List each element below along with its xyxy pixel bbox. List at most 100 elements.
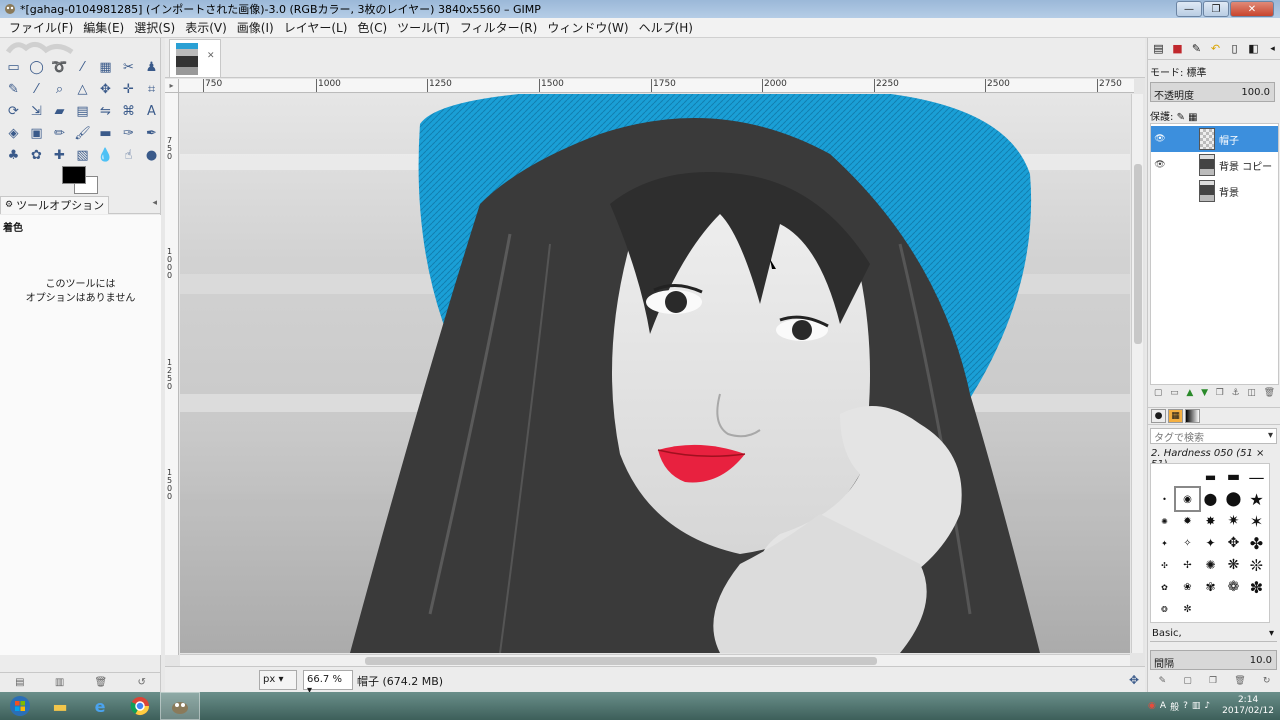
rotate-icon[interactable]: ⟳ bbox=[2, 100, 25, 122]
brush-item[interactable]: ◉ bbox=[1174, 486, 1201, 512]
new-layer-icon[interactable]: ▢ bbox=[1154, 388, 1163, 402]
brush-item[interactable]: ★ bbox=[1245, 488, 1268, 510]
brush-item[interactable]: ⬤ bbox=[1199, 488, 1222, 510]
zoom-select[interactable]: 66.7 % ▾ bbox=[303, 670, 353, 696]
brush-preset-select[interactable]: Basic, ▾ bbox=[1150, 628, 1277, 642]
lock-pixels-icon[interactable]: ✎ bbox=[1177, 112, 1185, 123]
raise-layer-icon[interactable]: ▲ bbox=[1186, 388, 1193, 402]
color-picker-icon[interactable]: ⁄ bbox=[25, 78, 48, 100]
brush-item[interactable]: ✧ bbox=[1176, 532, 1199, 554]
unit-select[interactable]: px ▾ bbox=[259, 670, 297, 690]
brush-item[interactable]: ✷ bbox=[1222, 510, 1245, 532]
bucket-fill-icon[interactable]: ◈ bbox=[2, 122, 25, 144]
pencil-icon[interactable]: ✏ bbox=[48, 122, 71, 144]
refresh-brush-icon[interactable]: ↻ bbox=[1263, 676, 1271, 690]
delete-brush-icon[interactable]: 🗑 bbox=[1234, 676, 1245, 690]
tab-colors[interactable]: ◧ bbox=[1245, 40, 1262, 57]
menu-image[interactable]: 画像(I) bbox=[232, 19, 279, 36]
new-brush-icon[interactable]: ▢ bbox=[1183, 676, 1192, 690]
cage-icon[interactable]: ⌘ bbox=[117, 100, 140, 122]
menu-file[interactable]: ファイル(F) bbox=[4, 19, 78, 36]
ruler-corner[interactable]: ▸ bbox=[165, 79, 179, 93]
paintbrush-icon[interactable]: 🖌 bbox=[71, 122, 94, 144]
blur-icon[interactable]: 💧 bbox=[94, 144, 117, 166]
layer-row[interactable]: 👁 背景 コピー bbox=[1151, 152, 1278, 178]
menu-help[interactable]: ヘルプ(H) bbox=[634, 19, 698, 36]
fg-bg-colors[interactable] bbox=[60, 166, 98, 194]
tab-channels[interactable]: ■ bbox=[1169, 40, 1186, 57]
brush-item[interactable]: ✶ bbox=[1245, 510, 1268, 532]
brush-item[interactable]: ❀ bbox=[1176, 576, 1199, 598]
volume-icon[interactable]: ♪ bbox=[1204, 701, 1210, 711]
tray-icon[interactable]: ◉ bbox=[1148, 701, 1156, 711]
brush-item[interactable]: ❂ bbox=[1153, 598, 1176, 620]
menu-view[interactable]: 表示(V) bbox=[180, 19, 232, 36]
vertical-scroll-thumb[interactable] bbox=[1134, 164, 1142, 344]
horizontal-scroll-thumb[interactable] bbox=[365, 657, 877, 665]
dodge-burn-icon[interactable]: ● bbox=[140, 144, 163, 166]
clock[interactable]: 2:14 2017/02/12 bbox=[1222, 695, 1274, 717]
brush-item[interactable]: ✿ bbox=[1153, 576, 1176, 598]
lower-layer-icon[interactable]: ▼ bbox=[1201, 388, 1208, 402]
tab-paths[interactable]: ✎ bbox=[1188, 40, 1205, 57]
free-select-icon[interactable]: ➰ bbox=[48, 56, 71, 78]
horizontal-scrollbar[interactable] bbox=[180, 654, 1130, 666]
brush-item[interactable]: ✺ bbox=[1153, 510, 1176, 532]
eraser-icon[interactable]: ▬ bbox=[94, 122, 117, 144]
taskbar-chrome[interactable] bbox=[120, 692, 160, 720]
brush-item[interactable]: ▬ bbox=[1199, 466, 1222, 488]
foreground-select-icon[interactable]: ♟ bbox=[140, 56, 163, 78]
smudge-icon[interactable]: ☝ bbox=[117, 144, 140, 166]
layer-mode[interactable]: モード: 標準 bbox=[1150, 64, 1207, 79]
flip-icon[interactable]: ⇋ bbox=[94, 100, 117, 122]
vertical-ruler[interactable]: 750 1000 1250 1500 bbox=[165, 93, 179, 655]
foreground-color[interactable] bbox=[62, 166, 86, 184]
maximize-button[interactable]: ❐ bbox=[1203, 1, 1229, 17]
anchor-layer-icon[interactable]: ⚓ bbox=[1232, 388, 1240, 402]
tag-search-input[interactable]: タグで検索 ▾ bbox=[1150, 428, 1277, 444]
help-icon[interactable]: ? bbox=[1183, 701, 1188, 711]
mask-icon[interactable]: ◫ bbox=[1247, 388, 1256, 402]
duplicate-brush-icon[interactable]: ❐ bbox=[1209, 676, 1217, 690]
brush-item[interactable]: ❊ bbox=[1245, 554, 1268, 576]
measure-icon[interactable]: △ bbox=[71, 78, 94, 100]
vertical-scrollbar[interactable] bbox=[1131, 94, 1143, 653]
brush-item[interactable]: ❁ bbox=[1222, 576, 1245, 598]
close-button[interactable]: ✕ bbox=[1230, 1, 1274, 17]
tab-brushes[interactable]: ● bbox=[1151, 409, 1166, 423]
layer-row[interactable]: 👁 帽子 bbox=[1151, 126, 1278, 152]
reset-icon[interactable]: ↺ bbox=[137, 677, 145, 688]
image-canvas[interactable] bbox=[180, 94, 1130, 653]
brush-item[interactable]: ✺ bbox=[1199, 554, 1222, 576]
brush-item[interactable]: ✸ bbox=[1199, 510, 1222, 532]
start-button[interactable] bbox=[0, 692, 40, 720]
brush-item[interactable]: ✤ bbox=[1245, 532, 1268, 554]
airbrush-icon[interactable]: ✑ bbox=[117, 122, 140, 144]
perspective-clone-icon[interactable]: ▧ bbox=[71, 144, 94, 166]
brush-item[interactable]: ✼ bbox=[1176, 598, 1199, 620]
tab-layers[interactable]: ▤ bbox=[1150, 40, 1167, 57]
menu-tools[interactable]: ツール(T) bbox=[392, 19, 455, 36]
taskbar-ie[interactable]: e bbox=[80, 692, 120, 720]
clone-icon[interactable]: ✿ bbox=[25, 144, 48, 166]
fuzzy-select-icon[interactable]: ⁄ bbox=[71, 56, 94, 78]
delete-icon[interactable]: 🗑 bbox=[95, 677, 108, 688]
eye-icon[interactable]: 👁 bbox=[1151, 160, 1169, 170]
heal-icon[interactable]: ✚ bbox=[48, 144, 71, 166]
rect-select-icon[interactable]: ▭ bbox=[2, 56, 25, 78]
navigate-icon[interactable]: ✥ bbox=[1129, 673, 1139, 687]
image-tab[interactable]: ✕ bbox=[169, 39, 221, 77]
duplicate-layer-icon[interactable]: ❐ bbox=[1216, 388, 1224, 402]
restore-icon[interactable]: ▥ bbox=[55, 677, 64, 688]
perspective-icon[interactable]: ▤ bbox=[71, 100, 94, 122]
crop-icon[interactable]: ⌗ bbox=[140, 78, 163, 100]
select-by-color-icon[interactable]: ▦ bbox=[94, 56, 117, 78]
brush-item[interactable]: ▬ bbox=[1222, 466, 1245, 488]
layer-row[interactable]: 背景 bbox=[1151, 178, 1278, 204]
edit-brush-icon[interactable]: ✎ bbox=[1159, 676, 1167, 690]
mypaint-icon[interactable]: ♣ bbox=[2, 144, 25, 166]
network-icon[interactable]: ▥ bbox=[1192, 701, 1201, 711]
eye-icon[interactable]: 👁 bbox=[1151, 134, 1169, 144]
scale-icon[interactable]: ⇲ bbox=[25, 100, 48, 122]
brush-item[interactable]: — bbox=[1245, 466, 1268, 488]
